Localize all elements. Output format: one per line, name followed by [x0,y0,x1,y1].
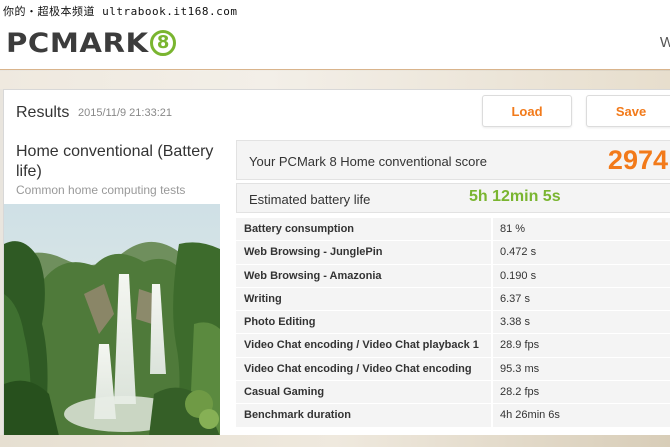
metric-name: Photo Editing [244,316,316,329]
metric-value: 81 % [500,223,526,235]
table-row: Writing 6.37 s [236,287,670,312]
table-row: Casual Gaming 28.2 fps [236,381,670,405]
metric-name: Writing [244,292,282,305]
metrics-table: Battery consumption 81 % Web Browsing - … [236,218,670,428]
bottom-strip [0,435,670,447]
results-timestamp: 2015/11/9 21:33:21 [78,107,172,119]
logo-text: PCMARK [6,27,149,59]
score-value: 2974 [607,145,668,175]
metric-name: Battery consumption [244,223,355,235]
header-nav-item[interactable]: W [660,34,670,51]
table-row: Video Chat encoding / Video Chat playbac… [236,334,670,358]
battery-life-label: Estimated battery life [249,192,371,207]
load-button[interactable]: Load [482,95,572,127]
test-card: Home conventional (Battery life) Common … [4,135,220,436]
column-divider [491,287,493,311]
waterfall-image [4,204,220,436]
column-divider [491,381,493,404]
results-panel: Results 2015/11/9 21:33:21 Load Save Hom… [3,89,670,436]
column-divider [491,218,493,241]
app-header: 你的・超极本频道 ultrabook.it168.com PCMARK 8 W [0,0,670,70]
column-divider [491,404,493,427]
results-title: Results [16,104,70,121]
test-subtitle: Common home computing tests [16,183,186,197]
table-row: Battery consumption 81 % [236,218,670,242]
metric-value: 0.190 s [500,269,537,282]
score-label: Your PCMark 8 Home conventional score [249,154,487,169]
metric-name: Casual Gaming [244,386,325,399]
table-row: Video Chat encoding / Video Chat encodin… [236,357,670,382]
score-row: Your PCMark 8 Home conventional score 29… [236,140,670,180]
table-row: Web Browsing - Amazonia 0.190 s [236,264,670,288]
metric-value: 0.472 s [500,246,537,259]
table-row: Benchmark duration 4h 26min 6s [236,404,670,428]
metric-name: Video Chat encoding / Video Chat playbac… [244,339,479,352]
column-divider [491,264,493,287]
background-strip [0,71,670,89]
column-divider [491,357,493,381]
metric-value: 6.37 s [500,292,530,305]
waterfall-illustration [4,204,220,436]
metric-value: 28.9 fps [500,339,540,352]
table-row: Photo Editing 3.38 s [236,311,670,335]
metric-name: Web Browsing - JunglePin [244,246,383,259]
logo-badge-icon: 8 [150,30,177,56]
battery-life-value: 5h 12min 5s [469,188,561,205]
column-divider [491,241,493,264]
test-title: Home conventional (Battery life) [16,143,214,180]
pcmark-logo: PCMARK 8 [6,27,177,59]
metric-value: 28.2 fps [500,386,540,399]
metric-name: Benchmark duration [244,409,351,422]
save-button[interactable]: Save [586,95,670,127]
battery-life-row: Estimated battery life 5h 12min 5s [236,183,670,213]
metric-value: 4h 26min 6s [500,409,560,422]
metric-value: 3.38 s [500,316,530,329]
metric-name: Video Chat encoding / Video Chat encodin… [244,362,472,375]
column-divider [491,334,493,357]
watermark-text: 你的・超极本频道 ultrabook.it168.com [3,5,238,18]
column-divider [491,311,493,334]
table-row: Web Browsing - JunglePin 0.472 s [236,241,670,265]
metric-value: 95.3 ms [500,362,540,375]
metric-name: Web Browsing - Amazonia [244,269,382,282]
